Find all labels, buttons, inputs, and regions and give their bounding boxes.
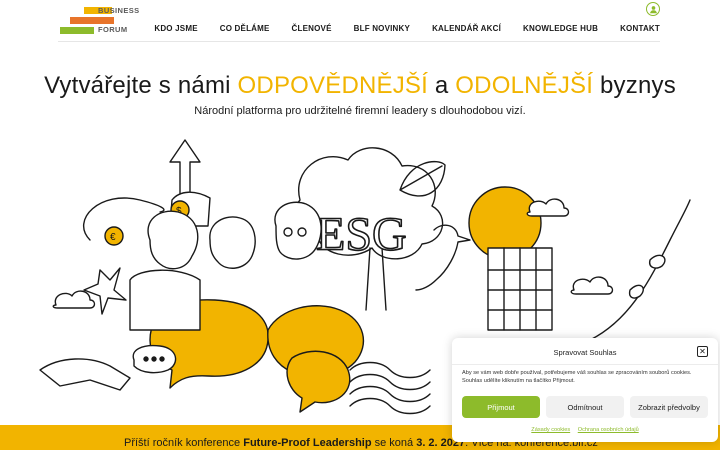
cookie-title: Spravovat Souhlas [553, 348, 617, 357]
logo-text-business: BUSINESS [98, 6, 140, 15]
handshake [39, 358, 131, 391]
person-man-center [209, 216, 256, 269]
hero-title-part2: a [428, 72, 456, 99]
accept-button[interactable]: Přijmout [462, 396, 540, 418]
growth-arrow [169, 139, 201, 201]
nav-item-kdo-jsme[interactable]: KDO JSME [154, 24, 197, 33]
logo-text-leaders: LEADERS [116, 15, 155, 24]
site-header: BUSINESS LEADERS FORUM KDO JSME CO DĚLÁM… [0, 0, 720, 46]
privacy-policy-link[interactable]: Ochrana osobních údajů [578, 427, 639, 433]
hero-title-part1: Vytvářejte s námi [44, 72, 238, 99]
cookie-links: Zásady cookies Ochrana osobních údajů [452, 427, 718, 433]
esg-lettering: ESG [316, 208, 407, 261]
wave-lines [349, 361, 431, 415]
nav-item-co-delame[interactable]: CO DĚLÁME [220, 24, 270, 33]
close-icon[interactable]: ✕ [697, 346, 708, 357]
cloud-left [52, 290, 96, 309]
nav-item-knowledge-hub[interactable]: KNOWLEDGE HUB [523, 24, 598, 33]
nav-item-clenove[interactable]: ČLENOVÉ [292, 24, 332, 33]
logo[interactable]: BUSINESS LEADERS FORUM [58, 6, 154, 36]
user-icon [649, 5, 657, 13]
deny-button[interactable]: Odmítnout [546, 396, 624, 418]
preferences-button[interactable]: Zobrazit předvolby [630, 396, 708, 418]
cookie-policy-link[interactable]: Zásady cookies [531, 427, 570, 433]
person-woman-left [129, 210, 201, 331]
header-divider [58, 41, 660, 42]
banner-prefix: Příští ročník konference [124, 437, 244, 449]
user-account-button[interactable] [646, 2, 660, 16]
cookie-body-text: Aby se vám web dobře používal, potřebuje… [462, 370, 692, 384]
logo-text-forum: FORUM [98, 25, 128, 34]
cookie-consent-dialog: Spravovat Souhlas ✕ Aby se vám web dobře… [452, 338, 718, 442]
svg-text:€: € [110, 232, 116, 243]
banner-middle: se koná [371, 437, 417, 449]
banner-event-name: Future-Proof Leadership [243, 437, 372, 449]
nav-item-kontakt[interactable]: KONTAKT [620, 24, 660, 33]
dots-bubble [132, 344, 177, 374]
cloud-top-right [526, 198, 570, 217]
hero-title-accent-2: ODOLNĚJŠÍ [455, 72, 594, 99]
person-woman-right [274, 201, 322, 260]
hero-title-accent-1: ODPOVĚDNĚJŠÍ [237, 72, 428, 99]
logo-bar-orange [70, 17, 114, 24]
hero-title: Vytvářejte s námi ODPOVĚDNĚJŠÍ a ODOLNĚJ… [0, 72, 720, 100]
vine [589, 199, 691, 341]
logo-bar-green [60, 27, 94, 34]
hero-subtitle: Národní platforma pro udržitelné firemní… [194, 105, 526, 117]
cookie-divider [452, 364, 718, 365]
hero-title-part3: byznys [593, 72, 676, 99]
cloud-right [570, 276, 614, 295]
main-nav: KDO JSME CO DĚLÁME ČLENOVÉ BLF NOVINKY K… [154, 24, 660, 33]
nav-item-blf-novinky[interactable]: BLF NOVINKY [354, 24, 410, 33]
nav-item-kalendar-akci[interactable]: KALENDÁŘ AKCÍ [432, 24, 501, 33]
